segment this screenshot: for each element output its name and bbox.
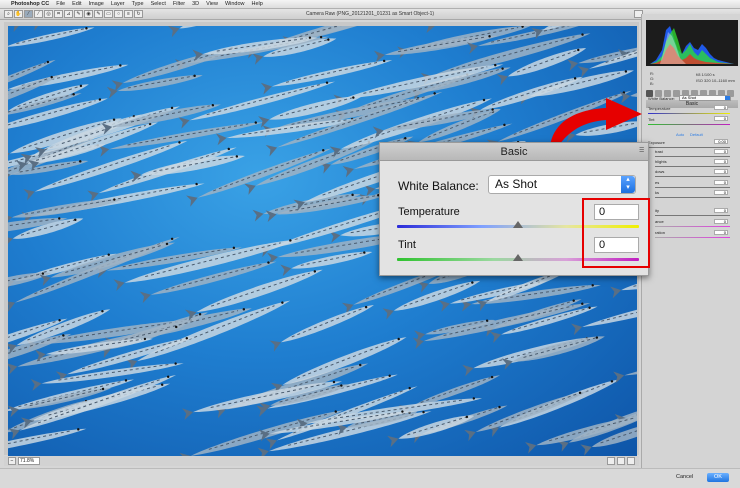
camera-readout: R: G: B: f/8 1/100 s ISO 320 10–1160 mm: [646, 69, 738, 87]
sp-contrast-value[interactable]: 0: [714, 149, 728, 154]
sp-whites-slider[interactable]: [655, 187, 730, 188]
sp-white-balance-select[interactable]: As Shot: [679, 95, 731, 101]
window-title: Camera Raw (PNG_20121201_01231 as Smart …: [305, 11, 435, 17]
menu-3d[interactable]: 3D: [192, 1, 199, 7]
sp-exposure-slider[interactable]: [648, 147, 730, 148]
menu-photoshop[interactable]: Photoshop CC: [11, 1, 49, 7]
histogram-graph: [650, 26, 734, 64]
sp-blacks-slider[interactable]: [655, 197, 730, 198]
histogram: [646, 20, 738, 66]
sp-exposure-value[interactable]: 0.00: [714, 139, 728, 144]
camera-raw-window: Photoshop CC File Edit Image Layer Type …: [0, 0, 740, 488]
readout-iso: ISO 320 10–1160 mm: [696, 78, 735, 83]
menu-layer[interactable]: Layer: [111, 1, 125, 7]
sp-saturation-value[interactable]: 0: [714, 230, 728, 235]
sp-clarity-label: ity: [655, 208, 659, 213]
camera-raw-toolbar: ⌕ ✋ ⁄ ⁄ ◎ ⌗ ⊿ ✎ ◉ ✎ ▭ ○ ≡ ↻ Camera Raw (…: [0, 9, 740, 20]
sp-blacks-label: ks: [655, 190, 659, 195]
readout-exposure: f/8 1/100 s: [696, 72, 715, 77]
sp-tint-slider[interactable]: [648, 124, 730, 125]
swap-icon[interactable]: [617, 457, 625, 465]
sp-exposure-label: Exposure: [648, 140, 665, 145]
sp-temperature-slider[interactable]: [648, 113, 730, 114]
sp-contrast-label: trast: [655, 149, 663, 154]
sp-tint-value[interactable]: 0: [714, 116, 728, 121]
sp-whites-label: es: [655, 180, 660, 185]
adjustment-panel: R: G: B: f/8 1/100 s ISO 320 10–1160 mm …: [641, 14, 740, 468]
sp-shadows-label: dows: [655, 169, 665, 174]
white-balance-select[interactable]: As Shot ▴ ▾: [488, 175, 636, 194]
readout-b: B:: [650, 81, 654, 86]
chevron-updown-icon: ▴ ▾: [621, 176, 635, 193]
white-balance-label: White Balance:: [398, 179, 479, 193]
menu-select[interactable]: Select: [151, 1, 166, 7]
tint-slider-thumb[interactable]: [513, 254, 523, 261]
sp-temperature-label: Temperature: [648, 106, 671, 111]
sp-highlights-label: hlights: [655, 159, 667, 164]
dialog-button-bar: Cancel OK: [0, 468, 740, 488]
sp-contrast-slider[interactable]: [655, 156, 730, 157]
ok-button[interactable]: OK: [707, 473, 729, 482]
menu-file[interactable]: File: [56, 1, 65, 7]
preview-toggle-icon[interactable]: [627, 457, 635, 465]
sp-tint-label: Tint: [648, 117, 655, 122]
menu-window[interactable]: Window: [225, 1, 245, 7]
white-balance-value: As Shot: [495, 177, 538, 191]
menu-filter[interactable]: Filter: [173, 1, 185, 7]
sp-saturation-label: ration: [655, 230, 666, 235]
menu-edit[interactable]: Edit: [72, 1, 81, 7]
sp-auto-link[interactable]: Auto: [676, 132, 684, 137]
tint-label: Tint: [398, 239, 416, 251]
menu-type[interactable]: Type: [132, 1, 144, 7]
preview-toggle-group: [607, 457, 635, 465]
sp-saturation-slider[interactable]: [655, 237, 730, 238]
menu-help[interactable]: Help: [252, 1, 263, 7]
sp-temperature-value[interactable]: 0: [714, 105, 728, 110]
before-after-icon[interactable]: [607, 457, 615, 465]
panel-menu-icon[interactable]: ☰: [639, 148, 647, 155]
temperature-label: Temperature: [398, 206, 460, 218]
zoom-out-button[interactable]: −: [8, 457, 16, 465]
sp-default-link[interactable]: Default: [690, 132, 703, 137]
menu-view[interactable]: View: [206, 1, 218, 7]
preview-status-bar: − 71.8%: [4, 456, 639, 466]
sp-shadows-slider[interactable]: [655, 176, 730, 177]
sp-white-balance-label: White Balance:: [648, 96, 675, 101]
menu-image[interactable]: Image: [89, 1, 104, 7]
sp-clarity-slider[interactable]: [655, 215, 730, 216]
sp-vibrance-value[interactable]: 0: [714, 219, 728, 224]
sp-vibrance-label: ance: [655, 219, 664, 224]
cancel-button[interactable]: Cancel: [676, 474, 693, 480]
highlight-box: [582, 198, 650, 268]
zoom-level-field[interactable]: 71.8%: [18, 457, 40, 465]
sp-highlights-slider[interactable]: [655, 166, 730, 167]
sp-blacks-value[interactable]: 0: [714, 190, 728, 195]
callout-title: Basic: [380, 143, 648, 161]
sp-vibrance-slider[interactable]: [655, 226, 730, 227]
sp-shadows-value[interactable]: 0: [714, 169, 728, 174]
menu-bar: Photoshop CC File Edit Image Layer Type …: [0, 0, 740, 9]
temperature-slider-thumb[interactable]: [513, 221, 523, 228]
sp-highlights-value[interactable]: 0: [714, 159, 728, 164]
sp-clarity-value[interactable]: 0: [714, 208, 728, 213]
sp-whites-value[interactable]: 0: [714, 180, 728, 185]
